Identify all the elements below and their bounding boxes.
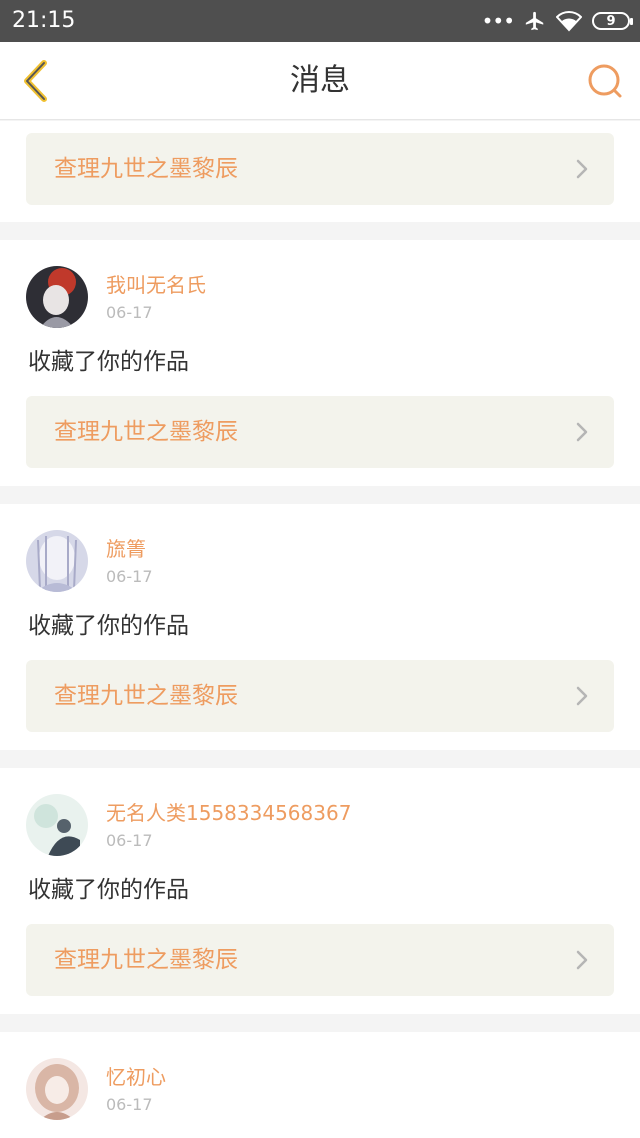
work-link[interactable]: 查理九世之墨黎辰 <box>26 660 614 732</box>
work-link[interactable]: 查理九世之墨黎辰 <box>26 133 614 205</box>
username[interactable]: 旒箐 <box>106 537 146 561</box>
work-link[interactable]: 查理九世之墨黎辰 <box>26 396 614 468</box>
chevron-right-icon <box>576 422 588 442</box>
message-text: 收藏了你的作品 <box>28 877 189 903</box>
app-header: 消息 <box>0 42 640 120</box>
avatar[interactable] <box>26 530 88 592</box>
search-icon <box>588 64 622 98</box>
status-icons: ••• 9 <box>481 6 633 36</box>
avatar[interactable] <box>26 1058 88 1120</box>
more-dots-icon: ••• <box>481 9 515 33</box>
page-title: 消息 <box>290 63 350 98</box>
message-card: 旒箐 06-17 收藏了你的作品 查理九世之墨黎辰 <box>0 504 640 750</box>
message-card: 查理九世之墨黎辰 <box>0 121 640 222</box>
battery-icon: 9 <box>592 12 633 30</box>
work-title: 查理九世之墨黎辰 <box>54 683 238 709</box>
airplane-icon <box>525 11 544 31</box>
work-link[interactable]: 查理九世之墨黎辰 <box>26 924 614 996</box>
work-title: 查理九世之墨黎辰 <box>54 419 238 445</box>
message-text: 收藏了你的作品 <box>28 613 189 639</box>
chevron-right-icon <box>576 950 588 970</box>
work-title: 查理九世之墨黎辰 <box>54 947 238 973</box>
wifi-icon <box>556 11 582 32</box>
message-date: 06-17 <box>106 831 153 850</box>
message-date: 06-17 <box>106 1095 153 1114</box>
message-card: 无名人类1558334568367 06-17 收藏了你的作品 查理九世之墨黎辰 <box>0 768 640 1014</box>
chevron-right-icon <box>576 686 588 706</box>
message-card: 我叫无名氏 06-17 收藏了你的作品 查理九世之墨黎辰 <box>0 240 640 486</box>
status-time: 21:15 <box>12 8 76 33</box>
message-date: 06-17 <box>106 303 153 322</box>
username[interactable]: 无名人类1558334568367 <box>106 801 351 825</box>
work-title: 查理九世之墨黎辰 <box>54 156 238 182</box>
battery-level: 9 <box>606 13 616 29</box>
username[interactable]: 我叫无名氏 <box>106 273 206 297</box>
message-card: 忆初心 06-17 <box>0 1032 640 1138</box>
avatar[interactable] <box>26 266 88 328</box>
search-button[interactable] <box>586 62 624 100</box>
chevron-right-icon <box>576 159 588 179</box>
message-feed[interactable]: 查理九世之墨黎辰 我叫无名氏 06-17 收藏了你的作品 查理九世之墨黎辰 旒箐… <box>0 121 640 1138</box>
status-bar: 21:15 ••• 9 <box>0 0 640 42</box>
avatar[interactable] <box>26 794 88 856</box>
message-date: 06-17 <box>106 567 153 586</box>
username[interactable]: 忆初心 <box>106 1065 166 1089</box>
message-text: 收藏了你的作品 <box>28 349 189 375</box>
